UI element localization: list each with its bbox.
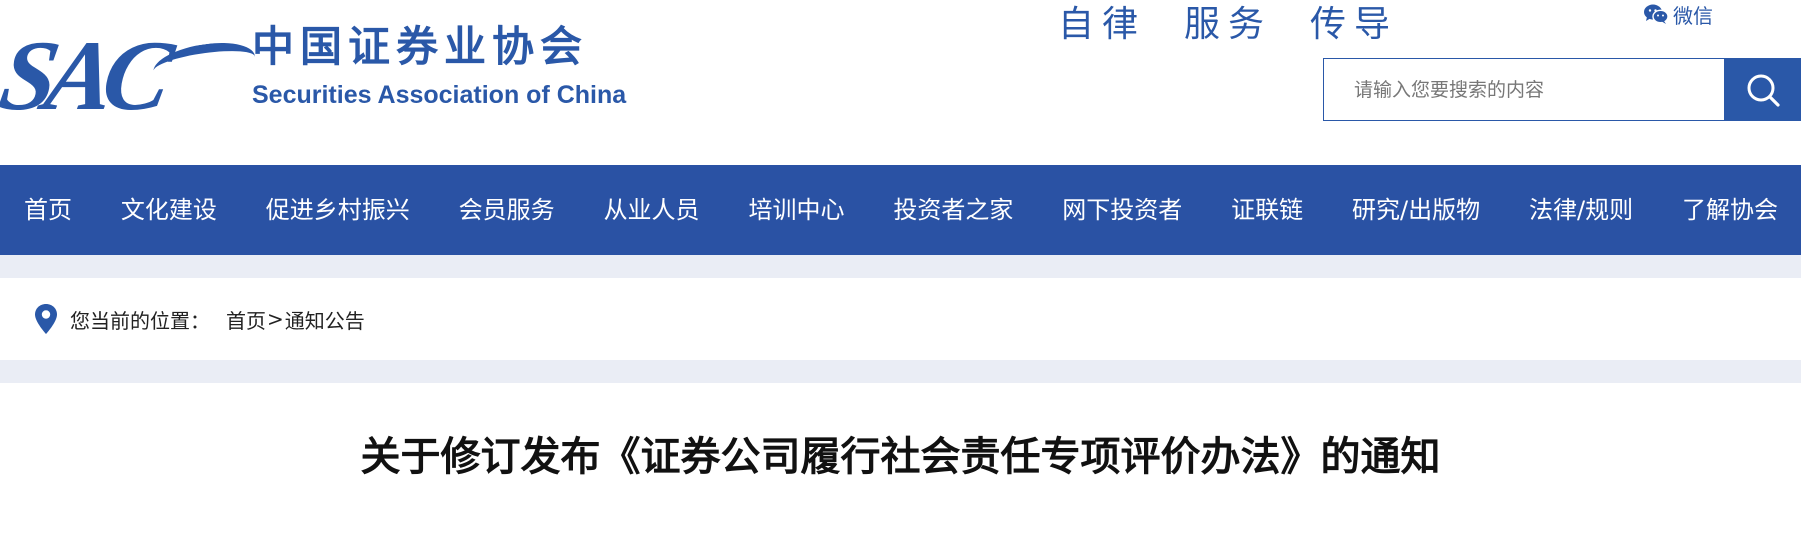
article-panel: 关于修订发布《证券公司履行社会责任专项评价办法》的通知 [0,383,1801,533]
site-logo[interactable]: SAC 中国证券业协会 Securities Association of Ch… [0,20,690,131]
breadcrumb: 您当前的位置： 首页 > 通知公告 [0,278,1801,360]
wechat-label: 微信 [1673,3,1713,28]
nav-item-research[interactable]: 研究/出版物 [1352,165,1480,255]
logo-mark-text: SAC [0,20,171,131]
search-icon [1747,74,1780,107]
search-input[interactable] [1323,58,1724,121]
site-slogan: 自律 服务 传导 [1058,2,1436,48]
nav-item-investors[interactable]: 投资者之家 [893,165,1013,255]
logo-swoosh [152,37,256,91]
nav-item-law-rules[interactable]: 法律/规则 [1529,165,1633,255]
nav-item-home[interactable]: 首页 [24,165,72,255]
nav-item-member-services[interactable]: 会员服务 [459,165,555,255]
logo-mark: SAC [0,20,256,131]
logo-name-en: Securities Association of China [252,81,627,109]
breadcrumb-label: 您当前的位置： [70,308,210,333]
nav-item-practitioners[interactable]: 从业人员 [604,165,700,255]
slogan-word: 自律 [1058,4,1147,45]
wechat-link[interactable]: 微信 [1643,0,1713,28]
location-pin-icon [35,304,57,334]
breadcrumb-current-link[interactable]: 通知公告 [285,305,365,334]
site-header: SAC 中国证券业协会 Securities Association of Ch… [0,0,1801,165]
logo-name-cn: 中国证券业协会 [252,22,589,71]
nav-item-training[interactable]: 培训中心 [748,165,844,255]
nav-item-rural-revitalization[interactable]: 促进乡村振兴 [266,165,410,255]
nav-item-about[interactable]: 了解协会 [1682,165,1778,255]
page-title: 关于修订发布《证券公司履行社会责任专项评价办法》的通知 [360,434,1441,480]
main-nav: 首页 文化建设 促进乡村振兴 会员服务 从业人员 培训中心 投资者之家 网下投资… [0,165,1801,255]
search-button[interactable] [1724,58,1801,121]
slogan-word: 服务 [1184,4,1273,45]
breadcrumb-separator: > [267,307,284,331]
nav-item-offline-investors[interactable]: 网下投资者 [1062,165,1182,255]
breadcrumb-home-link[interactable]: 首页 [226,305,266,334]
slogan-word: 传导 [1310,4,1399,45]
nav-item-chain[interactable]: 证联链 [1231,165,1303,255]
nav-item-culture[interactable]: 文化建设 [121,165,217,255]
search-bar [1323,58,1801,121]
wechat-icon [1644,4,1669,24]
